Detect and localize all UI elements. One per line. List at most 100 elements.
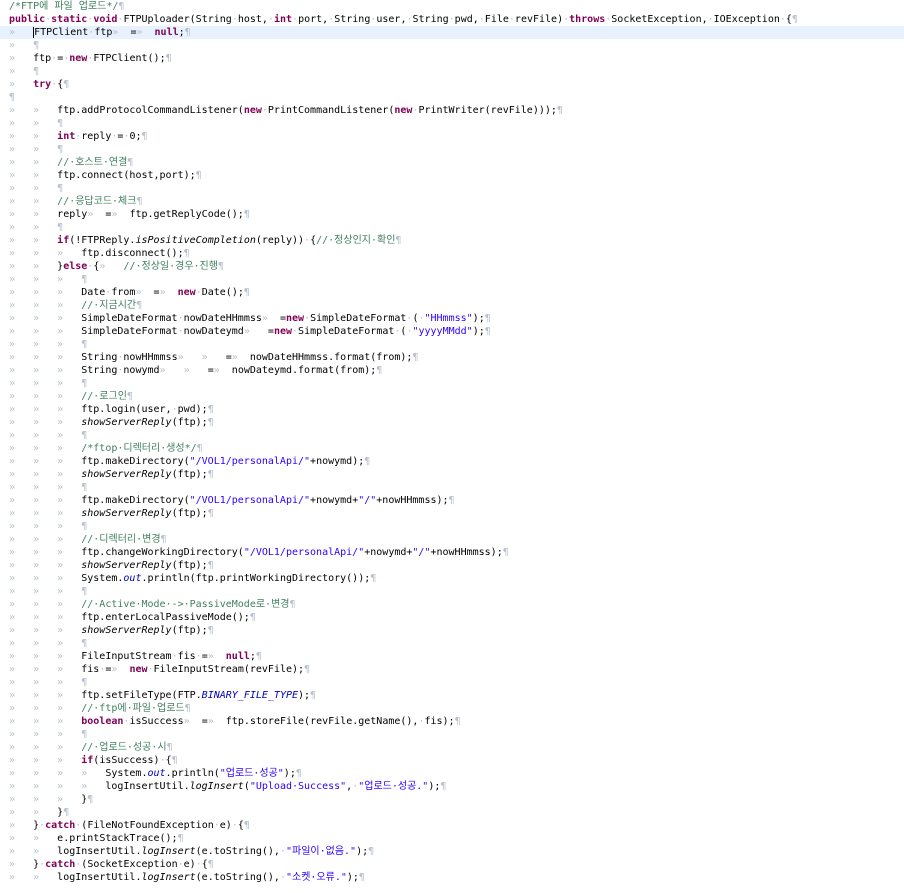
- code-line[interactable]: » » » ¶: [0, 728, 904, 741]
- code-line[interactable]: » » » boolean·isSuccess» =» ftp.storeFil…: [0, 715, 904, 728]
- code-line[interactable]: » » ¶: [0, 182, 904, 195]
- code-line[interactable]: » » » Date·from» =» new·Date();¶: [0, 286, 904, 299]
- code-line[interactable]: » » » » logInsertUtil.logInsert("Upload·…: [0, 780, 904, 793]
- whitespace-marker: » » » ¶: [9, 638, 88, 649]
- code-line[interactable]: » » » » System.out.println("업로드·성공");¶: [0, 767, 904, 780]
- code-line[interactable]: public·static·void·FTPUploader(String·ho…: [0, 13, 904, 26]
- field-token: out: [147, 768, 166, 779]
- whitespace-marker: ¶: [171, 755, 178, 766]
- code-token: nowDateymd: [183, 326, 244, 337]
- code-line[interactable]: » » logInsertUtil.logInsert(e.toString()…: [0, 845, 904, 858]
- code-token: FileInputStream: [81, 651, 172, 662]
- code-line[interactable]: » » » ¶: [0, 520, 904, 533]
- code-line[interactable]: » » » //·디렉터리·변경¶: [0, 533, 904, 546]
- code-line[interactable]: » » » //·지금시간¶: [0, 299, 904, 312]
- whitespace-marker: » » »: [9, 443, 82, 454]
- code-line[interactable]: » » » /*ftop·디렉터리·생성*/¶: [0, 442, 904, 455]
- code-editor[interactable]: /*FTP에 파일 업로드*/¶ public·static·void·FTPUp…: [0, 0, 904, 893]
- code-line[interactable]: » » » //·업로드·성공·시¶: [0, 741, 904, 754]
- string-token: "/VOL1/personalApi/": [243, 547, 365, 558]
- whitespace-marker: » »: [9, 833, 58, 844]
- code-line[interactable]: » » }else·{» //·정상일·경우·진행¶: [0, 260, 904, 273]
- code-line[interactable]: » » » SimpleDateFormat·nowDateHHmmss» =n…: [0, 312, 904, 325]
- code-line[interactable]: » » » if(isSuccess)·{¶: [0, 754, 904, 767]
- whitespace-marker: ¶: [484, 326, 491, 337]
- code-token: 0;: [129, 131, 142, 142]
- code-line[interactable]: » » reply» =» ftp.getReplyCode();¶: [0, 208, 904, 221]
- code-token: nowDateHHmmss: [183, 313, 262, 324]
- whitespace-marker: ¶: [412, 352, 419, 363]
- code-line[interactable]: » » » ftp.enterLocalPassiveMode();¶: [0, 611, 904, 624]
- code-line[interactable]: » » » showServerReply(ftp);¶: [0, 468, 904, 481]
- code-line[interactable]: » » » SimpleDateFormat·nowDateymd» =new·…: [0, 325, 904, 338]
- code-line[interactable]: » » » ftp.changeWorkingDirectory("/VOL1/…: [0, 546, 904, 559]
- code-line[interactable]: » » » fis·=» new·FileInputStream(revFile…: [0, 663, 904, 676]
- code-line[interactable]: » » int·reply·=·0;¶: [0, 130, 904, 143]
- code-line[interactable]: » » » showServerReply(ftp);¶: [0, 559, 904, 572]
- code-token: logInsertUtil.: [105, 781, 190, 792]
- code-line[interactable]: » » » showServerReply(ftp);¶: [0, 416, 904, 429]
- keyword-token: new: [177, 287, 196, 298]
- code-line[interactable]: » » » //·로그인¶: [0, 390, 904, 403]
- code-line[interactable]: » ftp·=·new·FTPClient();¶: [0, 52, 904, 65]
- code-line[interactable]: » » ftp.connect(host,port);¶: [0, 169, 904, 182]
- whitespace-marker: » » »: [9, 508, 82, 519]
- code-token: (e.toString(),: [195, 846, 280, 857]
- code-line[interactable]: » » » ¶: [0, 273, 904, 286]
- code-line[interactable]: » » » ¶: [0, 481, 904, 494]
- code-token: String: [81, 365, 118, 376]
- code-token: );: [472, 326, 485, 337]
- code-line[interactable]: » » ftp.addProtocolCommandListener(new·P…: [0, 104, 904, 117]
- keyword-token: void: [93, 14, 118, 25]
- code-line[interactable]: » » » ftp.makeDirectory("/VOL1/personalA…: [0, 455, 904, 468]
- code-line[interactable]: » » ¶: [0, 117, 904, 130]
- string-token: "파일이·없음.": [285, 846, 357, 857]
- code-line[interactable]: » }·catch·(SocketException·e)·{¶: [0, 858, 904, 871]
- code-line[interactable]: » » ¶: [0, 143, 904, 156]
- code-line[interactable]: » » » //·Active·Mode·->·PassiveMode로·변경¶: [0, 598, 904, 611]
- code-line[interactable]: » » » ¶: [0, 338, 904, 351]
- whitespace-marker: »: [207, 651, 226, 662]
- whitespace-marker: » » »: [9, 625, 82, 636]
- code-line[interactable]: » » » String·nowHHmmss» » =» nowDateHHmm…: [0, 351, 904, 364]
- code-line[interactable]: » » » showServerReply(ftp);¶: [0, 624, 904, 637]
- code-line[interactable]: » » if(!FTPReply.isPositiveCompletion(re…: [0, 234, 904, 247]
- code-line[interactable]: » » » ¶: [0, 676, 904, 689]
- code-line[interactable]: » » » ¶: [0, 637, 904, 650]
- code-line[interactable]: » » » ¶: [0, 377, 904, 390]
- keyword-token: public: [9, 14, 46, 25]
- code-line[interactable]: » » //·호스트·연결¶: [0, 156, 904, 169]
- code-line[interactable]: » » » ¶: [0, 429, 904, 442]
- whitespace-marker: » » » »: [9, 781, 106, 792]
- code-line[interactable]: » » » ftp.makeDirectory("/VOL1/personalA…: [0, 494, 904, 507]
- string-token: "HHmmss": [424, 313, 473, 324]
- code-token: FTPClient();: [93, 53, 166, 64]
- code-line[interactable]: » ¶: [0, 39, 904, 52]
- code-line[interactable]: /*FTP에 파일 업로드*/¶: [0, 0, 904, 13]
- code-line[interactable]: » » logInsertUtil.logInsert(e.toString()…: [0, 871, 904, 884]
- code-line[interactable]: » » ¶: [0, 221, 904, 234]
- code-line[interactable]: » » » }¶: [0, 793, 904, 806]
- code-line[interactable]: » » » String·nowymd» » =» nowDateymd.for…: [0, 364, 904, 377]
- code-line[interactable]: » » » FileInputStream·fis·=» null;¶: [0, 650, 904, 663]
- code-line[interactable]: » » //·응답코드·체크¶: [0, 195, 904, 208]
- code-line[interactable]: » » » showServerReply(ftp);¶: [0, 507, 904, 520]
- code-line[interactable]: » » e.printStackTrace();¶: [0, 832, 904, 845]
- code-line[interactable]: » FTPClient·ftp» =» null;¶: [0, 26, 904, 39]
- whitespace-marker: »: [112, 27, 131, 38]
- code-token: ftp.login(user,: [81, 404, 172, 415]
- code-line[interactable]: » » » ftp.disconnect();¶: [0, 247, 904, 260]
- whitespace-marker: ¶: [118, 1, 125, 12]
- code-token: ftp.setFileType(FTP.: [81, 690, 202, 701]
- code-line[interactable]: ¶: [0, 91, 904, 104]
- code-line[interactable]: » » » ¶: [0, 585, 904, 598]
- whitespace-marker: » » » ¶: [9, 586, 88, 597]
- code-line[interactable]: » try·{¶: [0, 78, 904, 91]
- code-line[interactable]: » }·catch·(FileNotFoundException·e)·{¶: [0, 819, 904, 832]
- code-line[interactable]: » » }¶: [0, 806, 904, 819]
- code-line[interactable]: » ¶: [0, 65, 904, 78]
- code-line[interactable]: » » » ftp.setFileType(FTP.BINARY_FILE_TY…: [0, 689, 904, 702]
- code-line[interactable]: » » » ftp.login(user,·pwd);¶: [0, 403, 904, 416]
- code-line[interactable]: » » » System.out.println(ftp.printWorkin…: [0, 572, 904, 585]
- code-line[interactable]: » » » //·ftp에·파일·업로드¶: [0, 702, 904, 715]
